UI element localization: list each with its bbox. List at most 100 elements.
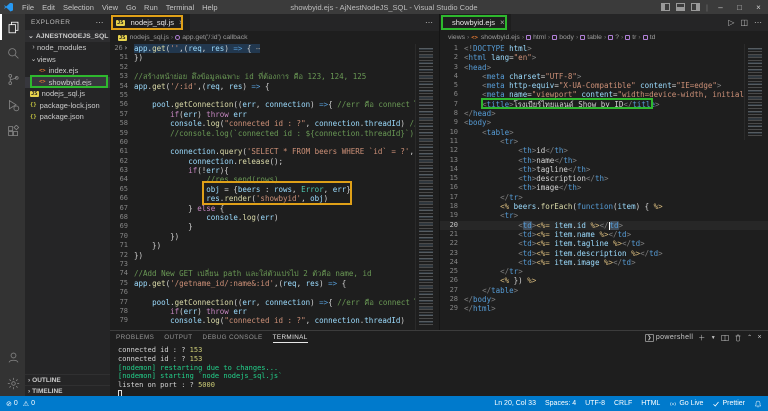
close-tab-icon[interactable]: × <box>500 18 505 27</box>
menu-run[interactable]: Run <box>140 3 162 12</box>
panel-tab-debug-console[interactable]: DEBUG CONSOLE <box>203 333 263 343</box>
close-tab-icon[interactable]: × <box>179 18 184 27</box>
line-number: 27 <box>440 286 458 295</box>
explorer-more-actions-icon[interactable]: ⋯ <box>96 18 105 27</box>
tab-nodejs-sql[interactable]: JS nodejs_sql.js × <box>110 14 190 31</box>
status-notifications[interactable] <box>754 400 762 408</box>
minimap-right[interactable] <box>744 44 768 140</box>
maximize-button[interactable]: □ <box>730 0 749 14</box>
status-language-mode[interactable]: HTML <box>641 400 660 407</box>
extensions-icon[interactable] <box>0 118 25 144</box>
file-tree-item-nodejs-sql-js[interactable]: JSnodejs_sql.js <box>25 88 110 100</box>
status-cursor-position[interactable]: Ln 20, Col 33 <box>494 400 536 407</box>
window-title: showbyid.ejs - AjNestNodeJS_SQL - Visual… <box>290 3 477 12</box>
split-terminal-icon[interactable] <box>721 334 729 342</box>
breadcrumb-item-body[interactable]: body <box>552 34 574 41</box>
js-file-icon: JS <box>116 20 125 26</box>
status-prettier[interactable]: Prettier <box>712 400 745 408</box>
code-line-56: 56 pool.getConnection((err, connection) … <box>110 100 439 109</box>
panel-tab-output[interactable]: OUTPUT <box>164 333 192 343</box>
breadcrumb-item--[interactable]: ? <box>608 34 619 41</box>
toggle-secondary-sidebar-icon[interactable] <box>691 3 700 11</box>
new-terminal-icon[interactable]: ＋ <box>698 333 705 343</box>
section-timeline[interactable]: ›TIMELINE <box>25 385 110 396</box>
file-tree-item-index-ejs[interactable]: <>index.ejs <box>25 65 110 77</box>
line-content: <td><%= item.id %></td> <box>464 221 623 230</box>
menu-help[interactable]: Help <box>198 3 221 12</box>
code-editor-nodejs-sql[interactable]: 26›app.get('',(req, res) => { ⋯51})5253/… <box>110 44 439 326</box>
breadcrumb-item-table[interactable]: table <box>580 34 602 41</box>
terminal-dropdown-icon[interactable]: ▼ <box>711 335 716 341</box>
status-label: CRLF <box>614 400 632 407</box>
editor-actions-right: ▷ ◫ ⋯ <box>728 14 768 31</box>
file-tree-item-package-json[interactable]: {}package.json <box>25 111 110 123</box>
menu-edit[interactable]: Edit <box>38 3 59 12</box>
minimap-left[interactable] <box>415 44 439 330</box>
file-tree-item-views[interactable]: ⌄views <box>25 54 110 66</box>
fold-chevron-icon[interactable]: › <box>124 44 128 52</box>
explorer-root-folder[interactable]: ⌄ AJNESTNODEJS_SQL <box>25 30 110 42</box>
file-tree-item-package-lock-json[interactable]: {}package-lock.json <box>25 100 110 112</box>
line-content: //Add New GET เปลี่ยน path และใส่ตัวแปรไ… <box>134 269 371 278</box>
menu-terminal[interactable]: Terminal <box>162 3 198 12</box>
menu-selection[interactable]: Selection <box>59 3 98 12</box>
run-and-debug-icon[interactable] <box>0 92 25 118</box>
breadcrumb-right[interactable]: views›<>showbyid.ejs›html›body›table›?›t… <box>440 31 768 44</box>
file-tree-item-node-modules[interactable]: ›node_modules <box>25 42 110 54</box>
search-icon[interactable] <box>0 40 25 66</box>
run-file-icon[interactable]: ▷ <box>728 18 734 27</box>
code-line-29: 29</html> <box>440 304 768 313</box>
split-editor-icon[interactable]: ◫ <box>740 18 748 27</box>
explorer-icon[interactable] <box>0 14 25 40</box>
close-button[interactable]: × <box>749 0 768 14</box>
status-go-live[interactable]: Go Live <box>669 400 703 408</box>
status-indentation[interactable]: Spaces: 4 <box>545 400 576 407</box>
status-eol[interactable]: CRLF <box>614 400 632 407</box>
breadcrumb-item-showbyid-ejs[interactable]: <>showbyid.ejs <box>471 34 520 41</box>
panel-tab-terminal[interactable]: TERMINAL <box>273 333 308 343</box>
code-line-26: 26›app.get('',(req, res) => { ⋯ <box>110 44 439 53</box>
code-line-23: 23 <td><%= item.description %></td> <box>440 249 768 258</box>
more-actions-icon[interactable]: ⋯ <box>754 18 762 27</box>
line-number: 62 <box>110 157 128 166</box>
toggle-panel-icon[interactable] <box>676 3 685 11</box>
line-content: app.get('',(req, res) => { ⋯ <box>134 44 260 53</box>
source-control-icon[interactable] <box>0 66 25 92</box>
terminal-line: [nodemon] starting `node nodejs_sql.js` <box>118 372 768 381</box>
code-editor-showbyid[interactable]: 1<!DOCTYPE html>2<html lang="en">3<head>… <box>440 44 768 314</box>
toggle-sidebar-icon[interactable] <box>661 3 670 11</box>
more-actions-icon[interactable]: ⋯ <box>425 18 433 27</box>
line-number: 64 <box>110 175 128 184</box>
line-number: 14 <box>440 165 458 174</box>
settings-icon[interactable] <box>0 370 25 396</box>
breadcrumb-item-app-get-id-callback[interactable]: app.get('/:id') callback <box>175 34 247 41</box>
kill-terminal-icon[interactable] <box>734 334 742 342</box>
section-outline[interactable]: ›OUTLINE <box>25 374 110 385</box>
line-content: pool.getConnection((err, connection) =>{… <box>134 298 432 307</box>
file-tree-item-showbyid-ejs[interactable]: <>showbyid.ejs <box>25 77 110 89</box>
line-content: res.render('showbyid', obj) <box>134 194 328 203</box>
menu-file[interactable]: File <box>18 3 38 12</box>
breadcrumb-item-nodejs-sql-js[interactable]: JSnodejs_sql.js <box>118 34 169 41</box>
account-icon[interactable] <box>0 344 25 370</box>
maximize-panel-icon[interactable]: ⌃ <box>747 334 752 341</box>
code-line-24: 24 <td><%= item.image %></td> <box>440 258 768 267</box>
breadcrumb-separator: › <box>604 34 606 41</box>
panel-tab-problems[interactable]: PROBLEMS <box>116 333 154 343</box>
shell-selector[interactable]: ❯ powershell <box>645 334 693 342</box>
line-number: 1 <box>440 44 458 53</box>
minimize-button[interactable]: – <box>711 0 730 14</box>
problems-status[interactable]: ⊘0 ⚠0 <box>6 400 35 408</box>
breadcrumb-item-html[interactable]: html <box>526 34 546 41</box>
menu-go[interactable]: Go <box>122 3 140 12</box>
breadcrumb-item-td[interactable]: td <box>643 34 656 41</box>
close-panel-icon[interactable]: × <box>758 334 763 341</box>
status-label: Prettier <box>722 400 745 407</box>
terminal-output[interactable]: connected id : ? 153connected id : ? 153… <box>118 346 768 396</box>
breadcrumb-item-views[interactable]: views <box>448 34 465 41</box>
breadcrumb-item-tr[interactable]: tr <box>625 34 636 41</box>
breadcrumb-left[interactable]: JSnodejs_sql.js›app.get('/:id') callback <box>110 31 439 44</box>
status-encoding[interactable]: UTF-8 <box>585 400 605 407</box>
menu-view[interactable]: View <box>98 3 122 12</box>
tab-showbyid[interactable]: showbyid.ejs × <box>440 14 511 31</box>
